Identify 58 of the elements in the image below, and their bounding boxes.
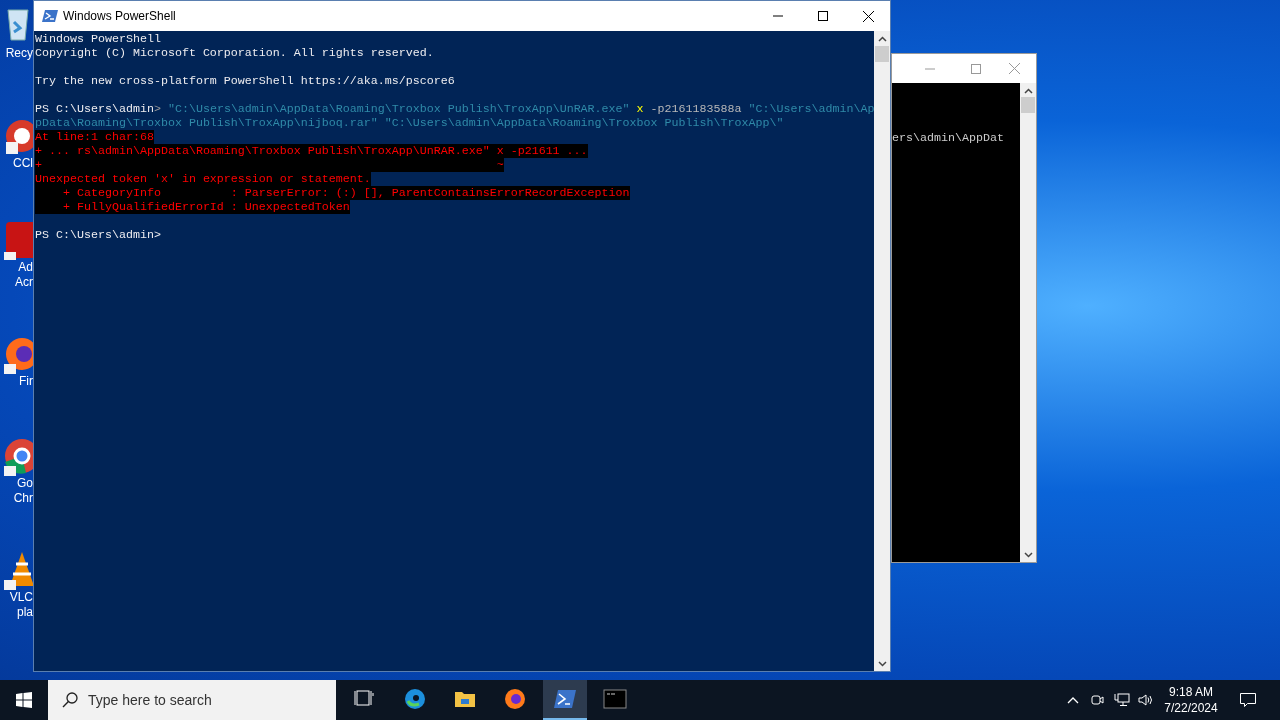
console-text: "C:\Users\admin\Ap	[748, 102, 874, 116]
desktop-icon[interactable]: Recy	[0, 8, 33, 61]
desktop-icon[interactable]: VLC pla	[0, 552, 33, 620]
clock-date: 7/22/2024	[1164, 700, 1218, 716]
console-text: PS C:\Users\admin>	[35, 228, 161, 242]
desktop-icon-label: Acr	[15, 275, 33, 290]
console-text: -p2161183588a	[649, 102, 743, 116]
powershell-icon	[42, 9, 58, 23]
scroll-down-icon[interactable]	[877, 661, 887, 667]
powershell-icon	[553, 687, 577, 711]
desktop-icon-label: VLC	[9, 590, 33, 605]
edge-icon	[403, 687, 427, 711]
desktop-icon-label: pla	[17, 605, 33, 620]
desktop-icon-label: Recy	[5, 46, 33, 61]
windows-icon	[16, 692, 32, 708]
desktop-icon-label: CCl	[13, 156, 33, 171]
clock-time: 9:18 AM	[1169, 684, 1213, 700]
window-title: Windows PowerShell	[63, 8, 176, 25]
notification-icon[interactable]	[1240, 692, 1256, 708]
error-text: + ~	[35, 158, 504, 172]
error-text: + CategoryInfo : ParserError: (:) [], ParentContainsErrorRecordException	[35, 186, 630, 200]
search-icon	[62, 692, 78, 708]
console-text: "C:\Users\admin\AppData\Roaming\Troxbox Publish\TroxApp\UnRAR.exe"	[167, 102, 631, 116]
error-text: + ... rs\admin\AppData\Roaming\Troxbox Publish\TroxApp\UnRAR.exe" x -p21611 ...	[35, 144, 588, 158]
console-text: x	[636, 102, 644, 116]
error-text: + FullyQualifiedErrorId : UnexpectedToken	[35, 200, 350, 214]
scrollbar[interactable]	[874, 31, 890, 671]
scroll-up-icon[interactable]	[877, 36, 887, 42]
console-text: Copyright (C) Microsoft Corporation. All rights reserved.	[35, 46, 434, 60]
scroll-down-icon[interactable]	[1023, 552, 1033, 558]
taskbar-app-button[interactable]	[543, 680, 587, 720]
firefox-icon	[503, 687, 527, 711]
console-text: pData\Roaming\Troxbox Publish\TroxApp\nijboq.rar" "C:\Users\admin\AppData\Roaming\Troxbox Publish\TroxApp\"	[35, 116, 784, 130]
desktop-icon-label: Ad	[18, 260, 33, 275]
search-field[interactable]: Type here to search	[48, 680, 336, 720]
maximize-icon[interactable]	[818, 11, 828, 21]
desktop-icon-label: Chr	[13, 491, 33, 506]
cmd-icon	[603, 687, 627, 711]
clock[interactable]: 9:18 AM 7/22/2024	[1160, 684, 1222, 716]
console-text: Windows PowerShell	[35, 32, 161, 46]
chevron-up-icon[interactable]	[1067, 696, 1079, 704]
console-text: PS C:\Users\admin	[35, 102, 154, 116]
desktop-icon[interactable]: Ad Acr	[0, 222, 33, 290]
console-line: ers\admin\AppDat	[892, 131, 1005, 145]
scrollbar[interactable]	[1020, 83, 1036, 562]
desktop-icon-label: Fir	[19, 374, 33, 389]
error-text: Unexpected token 'x' in expression or statement.	[35, 172, 371, 186]
close-icon[interactable]	[863, 10, 874, 22]
scroll-thumb[interactable]	[875, 46, 889, 62]
camera-icon[interactable]	[1091, 693, 1104, 707]
console-text: >	[153, 102, 162, 116]
scroll-up-icon[interactable]	[1023, 88, 1033, 94]
volume-icon[interactable]	[1138, 693, 1154, 707]
error-text: At line:1 char:68	[35, 130, 154, 144]
desktop-icon-label: Go	[17, 476, 33, 491]
network-icon[interactable]	[1114, 693, 1130, 707]
scroll-thumb[interactable]	[1021, 97, 1035, 113]
console-text: Try the new cross-platform PowerShell https://aka.ms/pscore6	[35, 74, 455, 88]
